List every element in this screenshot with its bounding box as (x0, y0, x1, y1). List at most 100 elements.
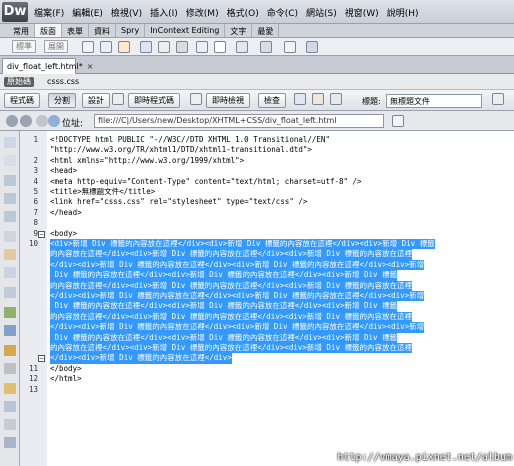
code-line[interactable]: </div><div>新增 Div 標籤的內容放在這裡</div><div>新增… (50, 322, 425, 333)
recent-snippets-icon[interactable] (4, 401, 16, 412)
inspect-button[interactable]: 檢查 (258, 93, 286, 108)
tab-incontext[interactable]: InContext Editing (145, 24, 226, 37)
back-icon[interactable] (6, 115, 18, 127)
code-line[interactable]: <meta http-equiv="Content-Type" content=… (50, 177, 362, 187)
collapse-tag-icon[interactable] (4, 175, 16, 186)
insert-column-icon[interactable] (214, 41, 226, 53)
spry-menu-icon[interactable] (284, 41, 296, 53)
coding-toolbar (0, 131, 20, 466)
visual-aids-icon[interactable] (330, 93, 342, 105)
code-line[interactable]: </html> (50, 374, 82, 384)
live-view-button[interactable]: 即時檢視 (206, 93, 250, 108)
tab-favorites[interactable]: 最愛 (252, 24, 280, 37)
menu-site[interactable]: 網站(S) (306, 6, 337, 19)
move-css-icon[interactable] (4, 419, 16, 430)
code-line[interactable]: 的內容放在這裡</div><div>新增 Div 標籤的內容放在這裡</div>… (50, 311, 412, 323)
balance-braces-icon[interactable] (4, 249, 16, 260)
view-options-icon[interactable] (392, 115, 404, 127)
forward-icon[interactable] (20, 115, 32, 127)
apply-comment-icon[interactable] (4, 345, 16, 356)
standard-table-icon[interactable] (158, 41, 170, 53)
code-line[interactable]: </div><div>新增 Div 標籤的內容放在這裡</div><div>新增… (50, 291, 425, 302)
indent-code-icon[interactable] (4, 437, 16, 448)
design-view-button[interactable]: 設計 (82, 93, 110, 108)
tab-text[interactable]: 文字 (225, 24, 253, 37)
code-line[interactable]: Div 標籤的內容放在這裡</div><div>新增 Div 標籤的內容放在這裡… (50, 270, 398, 281)
code-line[interactable]: Div 標籤的內容放在這裡</div><div>新增 Div 標籤的內容放在這裡… (50, 332, 398, 343)
code-line[interactable]: 的內容放在這裡</div><div>新增 Div 標籤的內容放在這裡</div>… (50, 280, 412, 291)
syntax-error-icon[interactable] (4, 325, 16, 336)
live-code-button[interactable]: 即時程式碼 (128, 93, 180, 108)
insert-row-icon[interactable] (196, 41, 208, 53)
document-tab-label: div_float_left.html* (7, 62, 83, 71)
expanded-mode-button[interactable]: 展開 (44, 40, 68, 53)
select-parent-tag-icon[interactable] (4, 231, 16, 242)
stop-icon[interactable] (36, 115, 48, 127)
code-line[interactable]: 的內容放在這裡</div><div>新增 Div 標籤的內容放在這裡</div>… (50, 343, 412, 354)
remove-comment-icon[interactable] (4, 363, 16, 374)
iframe-icon[interactable] (236, 41, 248, 53)
menu-commands[interactable]: 命令(C) (267, 6, 298, 19)
insert-ap-div-icon[interactable] (100, 41, 112, 53)
collapse-selection-icon[interactable] (4, 193, 16, 204)
frames-icon[interactable] (260, 41, 272, 53)
tab-layout[interactable]: 版面 (35, 24, 62, 37)
preview-browser-icon[interactable] (294, 93, 306, 105)
tab-data[interactable]: 資料 (89, 24, 116, 37)
table-icon[interactable] (140, 41, 152, 53)
code-fold-icon[interactable]: − (38, 355, 45, 363)
code-fold-icon[interactable]: − (38, 230, 45, 238)
code-line[interactable]: <title>無標題文件</title> (50, 187, 155, 197)
home-icon[interactable] (48, 115, 60, 127)
menu-window[interactable]: 視窗(W) (345, 6, 379, 19)
spry-tabs-icon[interactable] (306, 41, 318, 53)
menu-edit[interactable]: 編輯(E) (72, 6, 103, 19)
code-line[interactable]: <body> (50, 229, 77, 239)
insert-div-icon[interactable] (82, 41, 94, 53)
code-view-button[interactable]: 程式碼 (4, 93, 40, 108)
address-input[interactable]: file:///C|/Users/new/Desktop/XHTML+CSS/d… (94, 114, 384, 128)
code-line[interactable]: </div><div>新增 Div 標籤的內容放在這裡</div><div>新增… (50, 259, 425, 271)
highlight-invalid-code-icon[interactable] (4, 287, 16, 298)
code-line[interactable]: </body> (50, 364, 82, 374)
tab-common[interactable]: 常用 (8, 24, 35, 37)
source-code-file[interactable]: 原始碼 (4, 77, 34, 87)
code-line[interactable]: </div><div>新增 Div 標籤的內容放在這裡</div> (50, 353, 232, 364)
live-view-icon[interactable] (190, 93, 202, 105)
menu-modify[interactable]: 修改(M) (186, 6, 219, 19)
line-numbers-icon[interactable] (4, 267, 16, 278)
menu-file[interactable]: 檔案(F) (34, 6, 64, 19)
code-line[interactable]: Div 標籤的內容放在這裡</div><div>新增 Div 標籤的內容放在這裡… (50, 301, 398, 312)
wrap-tag-icon[interactable] (4, 383, 16, 394)
code-line[interactable]: 的內容放在這裡</div><div>新增 Div 標籤的內容放在這裡</div>… (50, 249, 412, 260)
menu-help[interactable]: 說明(H) (387, 6, 419, 19)
word-wrap-icon[interactable] (4, 307, 16, 318)
refresh-design-icon[interactable] (312, 93, 324, 105)
menu-format[interactable]: 格式(O) (227, 6, 259, 19)
menu-view[interactable]: 檢視(V) (111, 6, 142, 19)
code-area[interactable]: <!DOCTYPE html PUBLIC "-//W3C//DTD XHTML… (47, 131, 514, 466)
tab-forms[interactable]: 表單 (62, 24, 89, 37)
open-documents-icon[interactable] (4, 137, 16, 148)
code-line[interactable]: <div>新增 Div 標籤的內容放在這裡</div><div>新增 Div 標… (50, 239, 435, 250)
show-code-navigator-icon[interactable] (4, 155, 16, 166)
expand-all-icon[interactable] (4, 211, 16, 222)
draw-ap-div-icon[interactable] (118, 41, 130, 53)
menu-insert[interactable]: 插入(I) (150, 6, 178, 19)
standard-mode-button[interactable]: 標準 (12, 40, 36, 53)
expanded-table-icon[interactable] (176, 41, 188, 53)
code-line[interactable]: "http://www.w3.org/TR/xhtml1/DTD/xhtml1-… (50, 145, 312, 155)
document-tab[interactable]: div_float_left.html* × (2, 58, 93, 74)
split-view-button[interactable]: 分割 (48, 93, 76, 108)
live-code-icon[interactable] (112, 93, 124, 105)
close-icon[interactable]: × (87, 62, 94, 71)
code-line[interactable]: <head> (50, 166, 77, 176)
tab-spry[interactable]: Spry (116, 24, 146, 37)
css-file-link[interactable]: csss.css (44, 77, 82, 87)
code-line[interactable]: </head> (50, 208, 82, 218)
code-line[interactable]: <link href="csss.css" rel="stylesheet" t… (50, 197, 307, 207)
code-line[interactable]: <html xmlns="http://www.w3.org/1999/xhtm… (50, 156, 244, 166)
file-management-icon[interactable] (492, 93, 504, 105)
title-input[interactable]: 無標題文件 (386, 94, 482, 108)
code-line[interactable]: <!DOCTYPE html PUBLIC "-//W3C//DTD XHTML… (50, 135, 330, 145)
